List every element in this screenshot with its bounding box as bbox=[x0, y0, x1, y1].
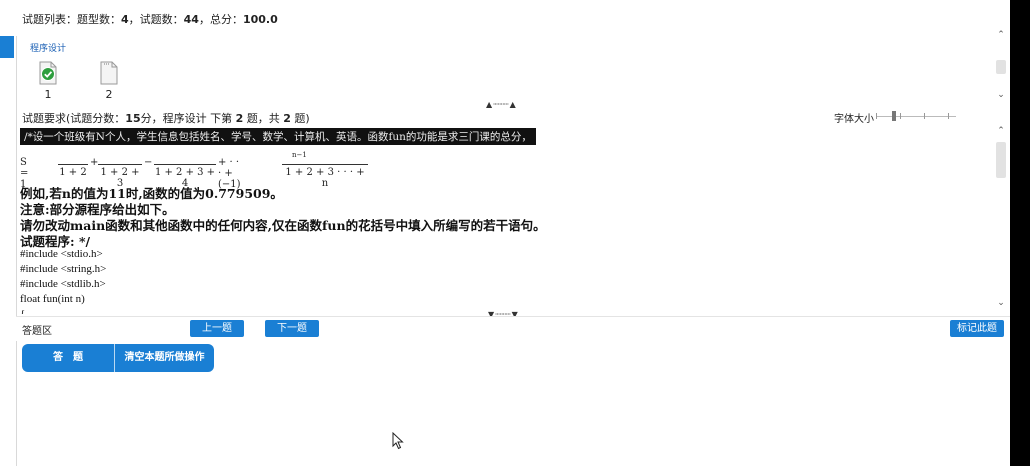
total-label: ，总分： bbox=[198, 13, 243, 26]
question-2-number[interactable]: 2 bbox=[99, 88, 119, 101]
font-size-slider-knob[interactable] bbox=[892, 111, 896, 121]
question-1-number[interactable]: 1 bbox=[38, 88, 58, 101]
answer-area-label: 答题区 bbox=[22, 326, 52, 337]
req-suffix: 题) bbox=[294, 112, 310, 125]
content-scrollbar-thumb[interactable] bbox=[996, 142, 1006, 178]
list-scroll-down-icon[interactable]: ⌄ bbox=[994, 90, 1008, 100]
content-scroll-up-icon[interactable]: ⌃ bbox=[994, 126, 1008, 136]
formula-term-1: 1 + 2 bbox=[58, 152, 88, 178]
formula-op-2: − bbox=[144, 157, 153, 168]
font-size-label: 字体大小 bbox=[834, 114, 874, 125]
next-question-button[interactable]: 下一题 bbox=[265, 320, 319, 337]
code-line: #include <string.h> bbox=[20, 263, 107, 275]
req-score: 15 bbox=[125, 112, 141, 125]
req-index: 2 bbox=[235, 112, 244, 125]
exam-window: 试题列表：题型数：4，试题数：44，总分：100.0 程序设计 1 2 ⌃ ⌄ … bbox=[0, 0, 1010, 466]
answer-toolbar bbox=[16, 316, 1010, 341]
left-strip bbox=[0, 36, 17, 466]
question-list-summary: 试题列表：题型数：4，试题数：44，总分：100.0 bbox=[22, 11, 278, 27]
question-list-header: 试题列表：题型数：4，试题数：44，总分：100.0 bbox=[0, 0, 1010, 36]
problem-content: /*设一个班级有N个人，学生信息包括姓名、学号、数学、计算机、英语。函数fun的… bbox=[18, 126, 994, 314]
clear-operations-button[interactable]: 清空本题所做操作 bbox=[115, 344, 214, 372]
problem-first-line: /*设一个班级有N个人，学生信息包括姓名、学号、数学、计算机、英语。函数fun的… bbox=[20, 128, 536, 145]
code-line: #include <stdio.h> bbox=[20, 248, 103, 260]
slider-tick bbox=[948, 113, 949, 119]
top-splitter-handle[interactable]: ▲ ·········· ▲ bbox=[486, 100, 516, 109]
slider-tick bbox=[876, 113, 877, 119]
list-scrollbar-thumb[interactable] bbox=[996, 60, 1006, 74]
code-line: { bbox=[20, 308, 26, 314]
category-selected-indicator[interactable] bbox=[0, 36, 14, 58]
answer-button[interactable]: 答 题 bbox=[22, 344, 114, 372]
category-program-design[interactable]: 程序设计 bbox=[30, 41, 66, 54]
question-count-label: ，试题数： bbox=[128, 13, 184, 26]
question-count: 44 bbox=[183, 13, 199, 26]
slider-tick bbox=[924, 113, 925, 119]
font-size-slider[interactable] bbox=[876, 111, 956, 121]
code-line: float fun(int n) bbox=[20, 293, 85, 305]
req-total: 2 bbox=[283, 112, 291, 125]
document-checked-icon bbox=[39, 61, 57, 85]
answer-action-group: 答 题 清空本题所做操作 bbox=[22, 344, 214, 372]
previous-question-button[interactable]: 上一题 bbox=[190, 320, 244, 337]
slider-tick bbox=[900, 113, 901, 119]
list-scroll-up-icon[interactable]: ⌃ bbox=[994, 30, 1008, 40]
code-line: #include <stdlib.h> bbox=[20, 278, 106, 290]
term-4-denominator: 1 + 2 + 3 · · · + n bbox=[285, 167, 365, 189]
content-scroll-down-icon[interactable]: ⌄ bbox=[994, 298, 1008, 308]
mark-question-button[interactable]: 标记此题 bbox=[950, 320, 1004, 337]
question-1-item[interactable] bbox=[38, 61, 58, 85]
question-requirement: 试题要求(试题分数：15分，程序设计 下第 2 题，共 2 题) bbox=[22, 110, 310, 126]
req-middle: 分，程序设计 下第 bbox=[140, 112, 233, 125]
total-score: 100.0 bbox=[242, 13, 278, 26]
document-icon bbox=[100, 61, 118, 85]
formula-term-4: 1 + 2 + 3 · · · + n bbox=[282, 152, 368, 189]
req-middle2: 题，共 bbox=[246, 112, 280, 125]
list-prefix: 试题列表：题型数： bbox=[22, 13, 121, 26]
question-2-item[interactable] bbox=[99, 61, 119, 85]
req-prefix: 试题要求(试题分数： bbox=[22, 112, 126, 125]
type-count: 4 bbox=[121, 13, 129, 26]
mouse-pointer-icon bbox=[392, 431, 404, 454]
term-1-denominator: 1 + 2 bbox=[59, 167, 87, 178]
problem-instruction-line: 请勿改动main函数和其他函数中的任何内容,仅在函数fun的花括号中填入所编写的… bbox=[20, 218, 546, 233]
